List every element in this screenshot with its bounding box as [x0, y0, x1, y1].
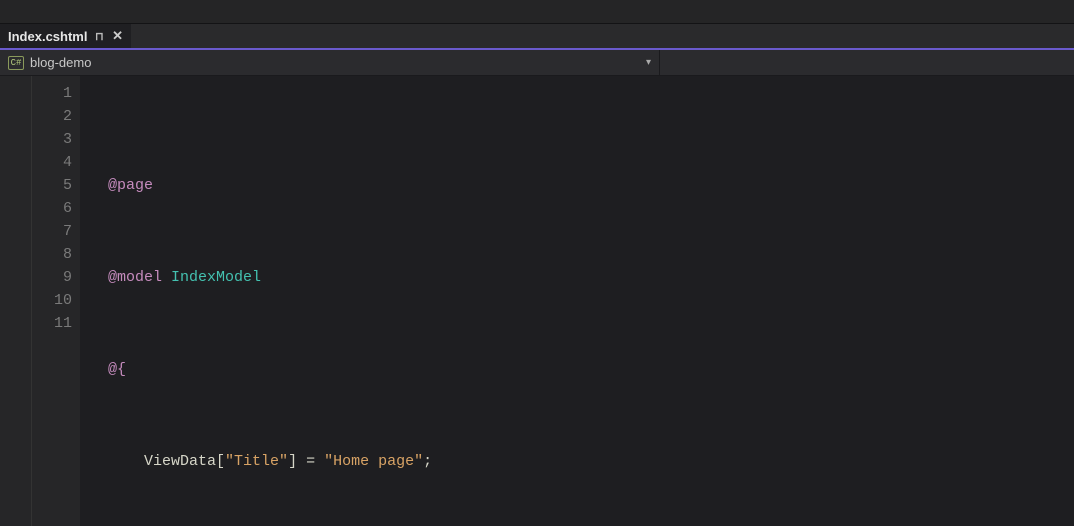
- code-token: @{: [108, 361, 126, 378]
- tab-filename: Index.cshtml: [8, 29, 87, 44]
- code-token: =: [297, 453, 324, 470]
- project-name: blog-demo: [30, 55, 91, 70]
- line-number: 3: [32, 128, 72, 151]
- code-token: "Title": [225, 453, 288, 470]
- code-token: "Home page": [324, 453, 423, 470]
- code-line: ViewData["Title"] = "Home page";: [80, 450, 1074, 473]
- breadcrumb-bar: C# blog-demo ▾: [0, 50, 1074, 76]
- line-number: 7: [32, 220, 72, 243]
- code-token: @page: [108, 177, 153, 194]
- document-tab[interactable]: Index.cshtml ⊓ ✕: [0, 24, 131, 48]
- code-token: ]: [288, 453, 297, 470]
- project-dropdown[interactable]: C# blog-demo ▾: [0, 50, 660, 75]
- code-area[interactable]: @page @model IndexModel @{ ViewData["Tit…: [80, 76, 1074, 526]
- code-token: [: [216, 453, 225, 470]
- editor: 1 2 3 4 5 6 7 8 9 10 11 @page @model Ind…: [0, 76, 1074, 526]
- tab-bar: Index.cshtml ⊓ ✕: [0, 24, 1074, 50]
- code-line: @model IndexModel: [80, 266, 1074, 289]
- code-token: ;: [423, 453, 432, 470]
- pin-icon[interactable]: ⊓: [95, 30, 104, 43]
- line-number: 10: [32, 289, 72, 312]
- csharp-icon: C#: [8, 56, 24, 70]
- close-icon[interactable]: ✕: [112, 28, 123, 44]
- top-toolbar-strip: [0, 0, 1074, 24]
- code-line: @{: [80, 358, 1074, 381]
- line-number: 9: [32, 266, 72, 289]
- line-number: 4: [32, 151, 72, 174]
- line-number: 8: [32, 243, 72, 266]
- line-number: 5: [32, 174, 72, 197]
- gutter-margin: [0, 76, 32, 526]
- line-number: 2: [32, 105, 72, 128]
- code-token: @model: [108, 269, 171, 286]
- code-token: ViewData: [144, 453, 216, 470]
- code-line: @page: [80, 174, 1074, 197]
- line-number: 6: [32, 197, 72, 220]
- line-number: 1: [32, 82, 72, 105]
- chevron-down-icon: ▾: [646, 57, 651, 68]
- line-number-gutter: 1 2 3 4 5 6 7 8 9 10 11: [32, 76, 80, 526]
- line-number: 11: [32, 312, 72, 335]
- code-token: IndexModel: [171, 269, 261, 286]
